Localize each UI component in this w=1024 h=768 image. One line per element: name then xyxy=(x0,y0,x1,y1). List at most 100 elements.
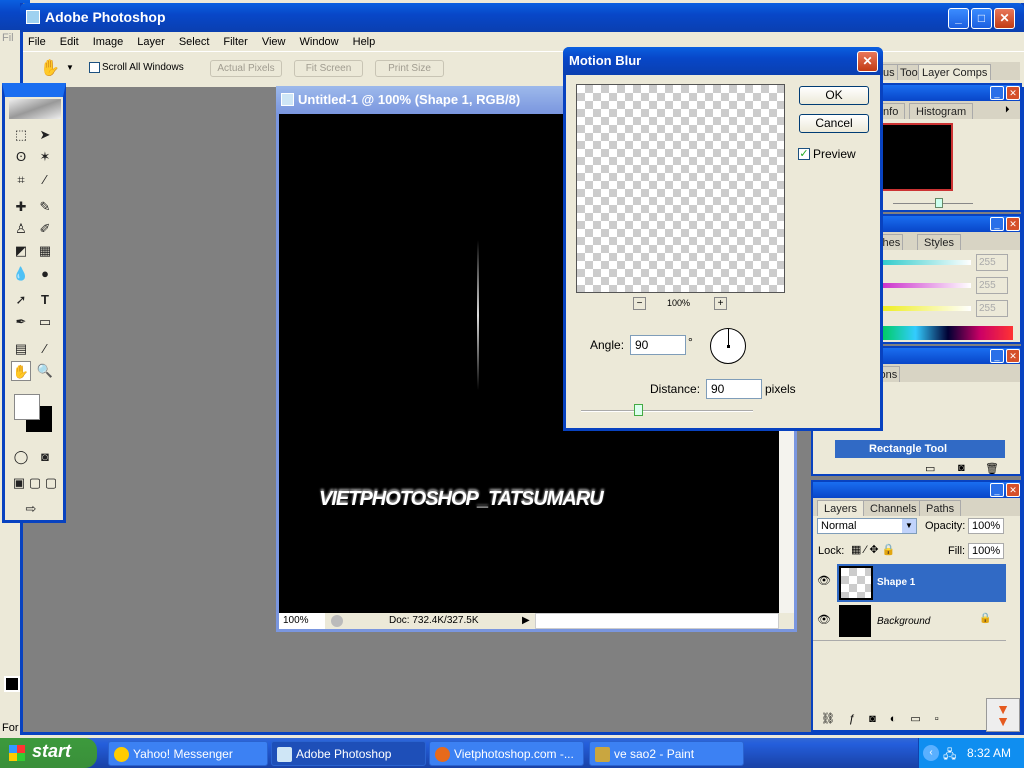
zoom-field[interactable]: 100% xyxy=(279,613,325,629)
zoom-out-button[interactable]: − xyxy=(633,297,646,310)
brush-tool-icon[interactable]: ✎ xyxy=(35,197,55,217)
ok-button[interactable]: OK xyxy=(799,86,869,105)
navigator-zoom-slider[interactable] xyxy=(893,198,973,208)
slice-tool-icon[interactable]: ⁄ xyxy=(35,170,55,190)
cancel-button[interactable]: Cancel xyxy=(799,114,869,133)
color-ramp[interactable] xyxy=(883,326,1013,340)
marquee-tool-icon[interactable]: ⬚ xyxy=(11,125,31,145)
tab-layers[interactable]: Layers xyxy=(817,500,865,516)
menu-layer[interactable]: Layer xyxy=(137,36,165,48)
network-icon[interactable]: 🖧 xyxy=(943,745,956,766)
gradient-tool-icon[interactable]: ▦ xyxy=(35,241,55,261)
preview-checkbox[interactable]: ✓ xyxy=(798,148,810,160)
stamp-tool-icon[interactable]: ♙ xyxy=(11,219,31,239)
tool-preset-dropdown-icon[interactable]: ▼ xyxy=(66,63,74,72)
eye-icon[interactable]: 👁 xyxy=(817,574,831,587)
start-button[interactable]: start xyxy=(0,738,97,768)
new-snapshot-icon[interactable]: ▭ xyxy=(925,462,935,475)
value-field[interactable]: 255 xyxy=(976,277,1008,294)
healing-brush-icon[interactable]: ✚ xyxy=(11,197,31,217)
pen-tool-icon[interactable]: ✒ xyxy=(11,312,31,332)
hand-tool-icon[interactable]: ✋ xyxy=(40,58,60,78)
status-menu-arrow-icon[interactable]: ▶ xyxy=(522,613,530,629)
distance-slider[interactable] xyxy=(581,404,753,416)
zoom-in-button[interactable]: + xyxy=(714,297,727,310)
horizontal-scrollbar[interactable] xyxy=(535,613,779,629)
hand-tool-icon[interactable]: ✋ xyxy=(11,361,31,381)
print-size-button[interactable]: Print Size xyxy=(375,60,444,77)
shape-tool-icon[interactable]: ▭ xyxy=(35,312,55,332)
dialog-close-button[interactable]: ✕ xyxy=(857,51,878,72)
show-hidden-icons-button[interactable]: ‹ xyxy=(923,745,939,761)
menu-filter[interactable]: Filter xyxy=(223,36,247,48)
menu-view[interactable]: View xyxy=(262,36,286,48)
palette-minimize-button[interactable]: _ xyxy=(990,483,1004,497)
tab-channels[interactable]: Channels xyxy=(863,500,924,516)
slider-magenta[interactable] xyxy=(883,283,971,288)
angle-dial[interactable] xyxy=(710,328,746,364)
palette-close-button[interactable]: ✕ xyxy=(1006,86,1020,100)
actual-pixels-button[interactable]: Actual Pixels xyxy=(210,60,282,77)
crop-tool-icon[interactable]: ⌗ xyxy=(11,170,31,190)
type-tool-icon[interactable]: T xyxy=(35,290,55,310)
menu-image[interactable]: Image xyxy=(93,36,124,48)
notes-tool-icon[interactable]: ▤ xyxy=(11,339,31,359)
palette-menu-icon[interactable]: ⏵ xyxy=(1005,104,1010,115)
palette-minimize-button[interactable]: _ xyxy=(990,349,1004,363)
palette-close-button[interactable]: ✕ xyxy=(1006,217,1020,231)
menu-select[interactable]: Select xyxy=(179,36,210,48)
blend-mode-select[interactable]: Normal ▼ xyxy=(817,518,917,534)
layer-row-shape-1[interactable]: 👁 Shape 1 xyxy=(813,564,1006,602)
menu-window[interactable]: Window xyxy=(300,36,339,48)
palette-close-button[interactable]: ✕ xyxy=(1006,349,1020,363)
opacity-field[interactable]: 100% xyxy=(968,518,1004,534)
scroll-all-checkbox[interactable] xyxy=(89,62,100,73)
value-field[interactable]: 255 xyxy=(976,300,1008,317)
history-brush-icon[interactable]: ✐ xyxy=(35,219,55,239)
zoom-tool-icon[interactable]: 🔍 xyxy=(35,361,55,381)
taskbar-yahoo-messenger[interactable]: Yahoo! Messenger xyxy=(108,741,268,766)
tab-histogram[interactable]: Histogram xyxy=(909,103,974,119)
eraser-tool-icon[interactable]: ◩ xyxy=(11,241,31,261)
magic-wand-icon[interactable]: ✶ xyxy=(35,147,55,167)
slider-cyan[interactable] xyxy=(883,260,971,265)
tab-styles[interactable]: Styles xyxy=(917,234,961,250)
palette-minimize-button[interactable]: _ xyxy=(990,86,1004,100)
tab-paths[interactable]: Paths xyxy=(919,500,962,516)
maximize-button[interactable]: □ xyxy=(971,8,992,29)
fill-field[interactable]: 100% xyxy=(968,543,1004,559)
quick-mask-icon[interactable]: ◙ xyxy=(35,447,55,467)
eye-icon[interactable]: 👁 xyxy=(817,613,831,626)
fit-screen-button[interactable]: Fit Screen xyxy=(294,60,363,77)
move-tool-icon[interactable]: ➤ xyxy=(35,125,55,145)
slider-yellow[interactable] xyxy=(883,306,971,311)
screen-mode-3-icon[interactable]: ▢ xyxy=(41,473,61,493)
menu-file[interactable]: File xyxy=(28,36,46,48)
taskbar-adobe-photoshop[interactable]: Adobe Photoshop xyxy=(271,741,426,766)
palette-minimize-button[interactable]: _ xyxy=(990,217,1004,231)
distance-slider-thumb[interactable] xyxy=(633,404,643,416)
layer-row-background[interactable]: 👁 Background 🔒 xyxy=(813,603,1006,641)
distance-input[interactable]: 90 xyxy=(706,379,762,399)
eyedropper-icon[interactable]: ⁄ xyxy=(35,339,55,359)
value-field[interactable]: 255 xyxy=(976,254,1008,271)
standard-mode-icon[interactable]: ◯ xyxy=(11,447,31,467)
collapse-arrows-icon[interactable]: ▼ ▼ xyxy=(986,698,1020,732)
path-select-icon[interactable]: ➚ xyxy=(11,290,31,310)
lasso-tool-icon[interactable]: ʘ xyxy=(11,147,31,167)
taskbar-firefox[interactable]: Vietphotoshop.com -... xyxy=(429,741,584,766)
lock-icons[interactable]: ▦ ⁄ ✥ 🔒 xyxy=(851,543,895,556)
preview-area[interactable] xyxy=(576,84,785,293)
taskbar-paint[interactable]: ve sao2 - Paint xyxy=(589,741,744,766)
camera-icon[interactable]: ◙ xyxy=(958,462,965,474)
palette-well-tab-layer-comps[interactable]: Layer Comps xyxy=(918,64,992,80)
dodge-tool-icon[interactable]: ● xyxy=(35,264,55,284)
menu-edit[interactable]: Edit xyxy=(60,36,79,48)
angle-input[interactable]: 90 xyxy=(630,335,686,355)
history-item-selected[interactable]: Rectangle Tool xyxy=(835,440,1005,458)
palette-close-button[interactable]: ✕ xyxy=(1006,483,1020,497)
jump-to-imageready-icon[interactable]: ⇨ xyxy=(21,499,41,519)
menu-help[interactable]: Help xyxy=(353,36,376,48)
blur-tool-icon[interactable]: 💧 xyxy=(11,264,31,284)
close-button[interactable]: ✕ xyxy=(994,8,1015,29)
